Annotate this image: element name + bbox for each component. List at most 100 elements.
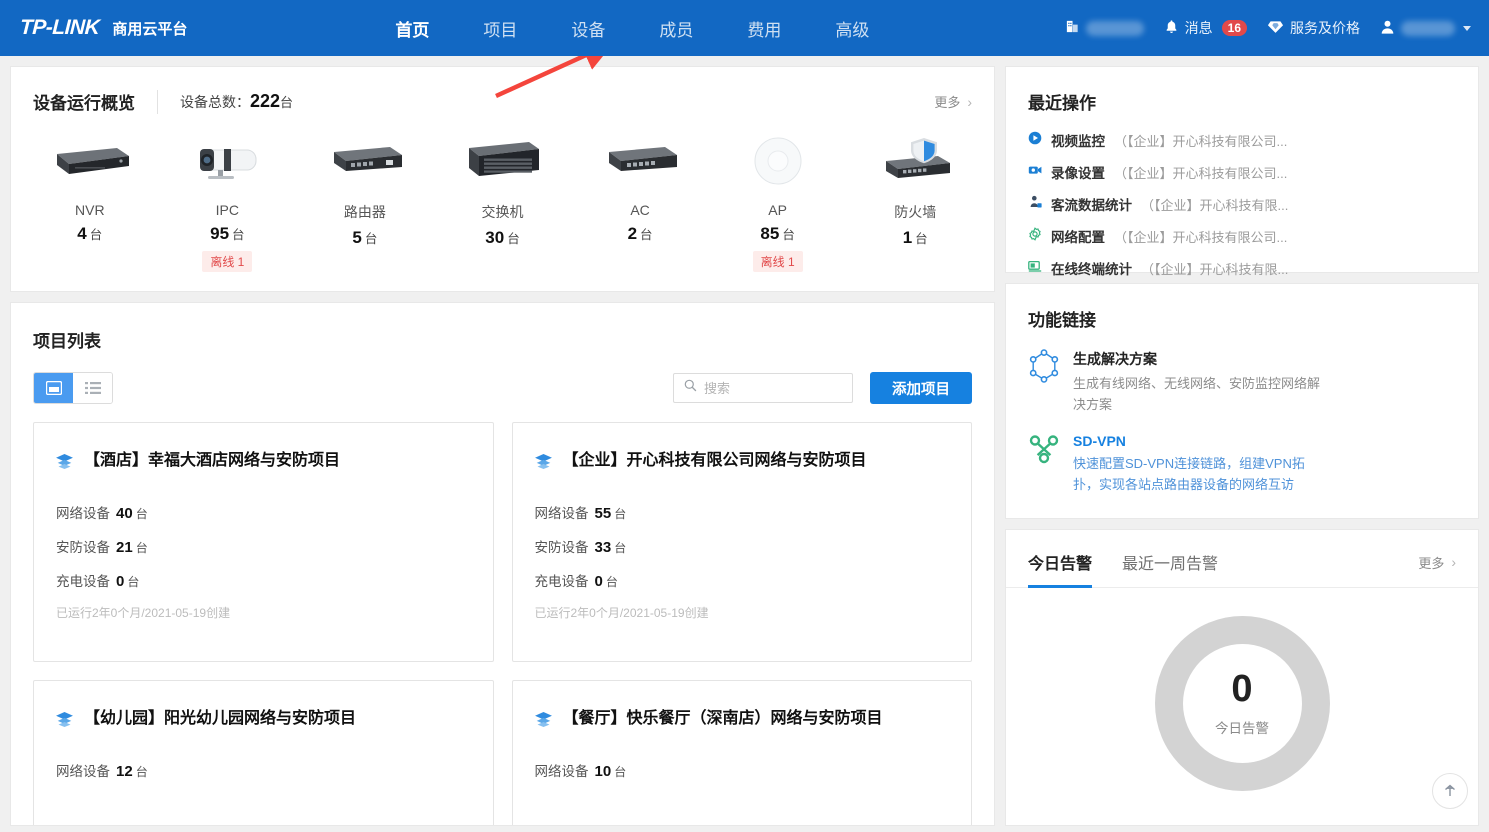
function-link-solution[interactable]: 生成解决方案 生成有线网络、无线网络、安防监控网络解决方案 bbox=[1028, 349, 1456, 415]
nav-item-member[interactable]: 成员 bbox=[632, 0, 720, 56]
project-card-title-row: 【幼儿园】阳光幼儿园网络与安防项目 bbox=[56, 707, 471, 736]
device-cell-firewall[interactable]: 防火墙 1台 bbox=[846, 130, 984, 273]
project-title: 【酒店】幸福大酒店网络与安防项目 bbox=[84, 449, 340, 478]
stat-value: 10 bbox=[595, 763, 612, 780]
function-links-list: 生成解决方案 生成有线网络、无线网络、安防监控网络解决方案 bbox=[1006, 331, 1478, 495]
enterprise-switcher[interactable] bbox=[1065, 19, 1144, 37]
user-menu[interactable] bbox=[1380, 19, 1471, 38]
donut-ring: 0 今日告警 bbox=[1155, 616, 1330, 791]
device-count: 30台 bbox=[485, 228, 519, 248]
user-name-redacted bbox=[1401, 21, 1455, 36]
divider bbox=[157, 90, 158, 114]
project-list-panel: 项目列表 添加项 bbox=[10, 302, 995, 826]
project-card-grid: 【酒店】幸福大酒店网络与安防项目 网络设备40台 安防设备21台 充电设备0台 … bbox=[11, 404, 994, 826]
nav-item-fee[interactable]: 费用 bbox=[720, 0, 808, 56]
device-count: 95台 bbox=[210, 224, 244, 244]
operation-detail: （【企业】开心科技有限... bbox=[1141, 195, 1288, 214]
device-cell-router[interactable]: 路由器 5台 bbox=[296, 130, 434, 273]
project-stats: 网络设备55台 安防设备33台 充电设备0台 bbox=[535, 502, 950, 590]
device-cell-ipc[interactable]: IPC 95台 离线 1 bbox=[159, 130, 297, 273]
stat-label: 网络设备 bbox=[535, 764, 589, 779]
layers-icon bbox=[56, 453, 73, 478]
vpn-link-icon bbox=[1028, 433, 1060, 495]
project-title: 【餐厅】快乐餐厅（深南店）网络与安防项目 bbox=[563, 707, 883, 736]
service-price-label: 服务及价格 bbox=[1290, 18, 1360, 38]
count-unit: 台 bbox=[232, 228, 245, 242]
nav-item-home[interactable]: 首页 bbox=[368, 0, 456, 56]
device-cell-ac[interactable]: AC 2台 bbox=[571, 130, 709, 273]
project-card[interactable]: 【幼儿园】阳光幼儿园网络与安防项目 网络设备12台 bbox=[33, 680, 494, 826]
alarm-panel: 今日告警 最近一周告警 更多 › 0 今日告警 bbox=[1005, 529, 1479, 826]
operation-name: 客流数据统计 bbox=[1051, 194, 1132, 214]
alarm-more-link[interactable]: 更多 › bbox=[1418, 553, 1456, 585]
stat-unit: 台 bbox=[606, 575, 618, 589]
nav-item-advanced[interactable]: 高级 bbox=[808, 0, 896, 56]
stat-value: 12 bbox=[116, 763, 133, 780]
project-card[interactable]: 【餐厅】快乐餐厅（深南店）网络与安防项目 网络设备10台 bbox=[512, 680, 973, 826]
tab-week-alarm[interactable]: 最近一周告警 bbox=[1122, 550, 1218, 587]
layers-icon bbox=[56, 711, 73, 736]
gear-icon bbox=[1028, 227, 1042, 246]
function-link-name: SD-VPN bbox=[1073, 433, 1320, 449]
service-price-link[interactable]: 服务及价格 bbox=[1267, 18, 1360, 38]
messages-label: 消息 bbox=[1185, 18, 1213, 38]
offline-badge: 离线 1 bbox=[202, 251, 252, 272]
device-total-value: 222 bbox=[250, 91, 280, 111]
function-link-text: SD-VPN 快速配置SD-VPN连接链路，组建VPN拓扑，实现各站点路由器设备… bbox=[1073, 433, 1320, 495]
chevron-right-icon: › bbox=[1451, 554, 1456, 570]
device-overview-more-link[interactable]: 更多 › bbox=[934, 92, 972, 111]
nvr-icon bbox=[47, 130, 133, 192]
scroll-to-top-button[interactable] bbox=[1432, 773, 1468, 809]
recent-operation-item[interactable]: 网络配置 （【企业】开心科技有限公司... bbox=[1028, 226, 1456, 246]
device-cell-nvr[interactable]: NVR 4台 bbox=[21, 130, 159, 273]
project-card[interactable]: 【酒店】幸福大酒店网络与安防项目 网络设备40台 安防设备21台 充电设备0台 … bbox=[33, 422, 494, 662]
list-view-button[interactable] bbox=[73, 373, 112, 403]
bell-icon bbox=[1164, 19, 1179, 38]
charging-device-row: 充电设备0台 bbox=[535, 570, 950, 590]
device-count: 4台 bbox=[77, 224, 102, 244]
recent-operation-item[interactable]: 客流数据统计 （【企业】开心科技有限... bbox=[1028, 194, 1456, 214]
recent-operation-item[interactable]: 视频监控 （【企业】开心科技有限公司... bbox=[1028, 130, 1456, 150]
operation-detail: （【企业】开心科技有限公司... bbox=[1114, 163, 1287, 182]
search-box[interactable] bbox=[673, 373, 853, 403]
function-link-sdvpn[interactable]: SD-VPN 快速配置SD-VPN连接链路，组建VPN拓扑，实现各站点路由器设备… bbox=[1028, 433, 1456, 495]
stat-label: 安防设备 bbox=[535, 540, 589, 555]
stat-label: 网络设备 bbox=[535, 506, 589, 521]
count-value: 4 bbox=[77, 224, 86, 243]
card-view-button[interactable] bbox=[34, 373, 73, 403]
function-link-text: 生成解决方案 生成有线网络、无线网络、安防监控网络解决方案 bbox=[1073, 349, 1320, 415]
switch-icon bbox=[459, 130, 545, 192]
project-stats: 网络设备40台 安防设备21台 充电设备0台 bbox=[56, 502, 471, 590]
video-camera-icon bbox=[1028, 163, 1042, 182]
offline-badge: 离线 1 bbox=[753, 251, 803, 272]
operation-detail: （【企业】开心科技有限公司... bbox=[1114, 227, 1287, 246]
device-count: 2台 bbox=[628, 224, 653, 244]
recent-operation-item[interactable]: 录像设置 （【企业】开心科技有限公司... bbox=[1028, 162, 1456, 182]
diamond-icon bbox=[1267, 20, 1284, 37]
device-cell-ap[interactable]: AP 85台 离线 1 bbox=[709, 130, 847, 273]
stat-label: 网络设备 bbox=[56, 506, 110, 521]
nav-item-device[interactable]: 设备 bbox=[544, 0, 632, 56]
nav-item-project[interactable]: 项目 bbox=[456, 0, 544, 56]
recent-operation-item[interactable]: 在线终端统计 （【企业】开心科技有限... bbox=[1028, 258, 1456, 278]
tab-today-alarm[interactable]: 今日告警 bbox=[1028, 550, 1092, 587]
security-device-row: 安防设备33台 bbox=[535, 536, 950, 556]
project-toolbar: 添加项目 bbox=[11, 352, 994, 404]
more-label: 更多 bbox=[934, 92, 960, 111]
search-icon bbox=[684, 379, 697, 397]
count-unit: 台 bbox=[365, 232, 378, 246]
add-project-button[interactable]: 添加项目 bbox=[870, 372, 972, 404]
alarm-tabs: 今日告警 最近一周告警 更多 › bbox=[1006, 530, 1478, 588]
messages-button[interactable]: 消息 16 bbox=[1164, 18, 1247, 38]
device-overview-header: 设备运行概览 设备总数：222台 更多 › bbox=[11, 67, 994, 114]
monitor-icon bbox=[1028, 259, 1042, 278]
function-link-desc: 生成有线网络、无线网络、安防监控网络解决方案 bbox=[1073, 373, 1320, 415]
person-flow-icon bbox=[1028, 195, 1042, 214]
search-input[interactable] bbox=[704, 381, 842, 396]
project-card[interactable]: 【企业】开心科技有限公司网络与安防项目 网络设备55台 安防设备33台 充电设备… bbox=[512, 422, 973, 662]
device-name: IPC bbox=[216, 202, 239, 218]
device-cell-switch[interactable]: 交换机 30台 bbox=[434, 130, 572, 273]
brand: TP-LINK 商用云平台 bbox=[0, 16, 187, 40]
count-unit: 台 bbox=[507, 232, 520, 246]
operation-name: 网络配置 bbox=[1051, 226, 1105, 246]
